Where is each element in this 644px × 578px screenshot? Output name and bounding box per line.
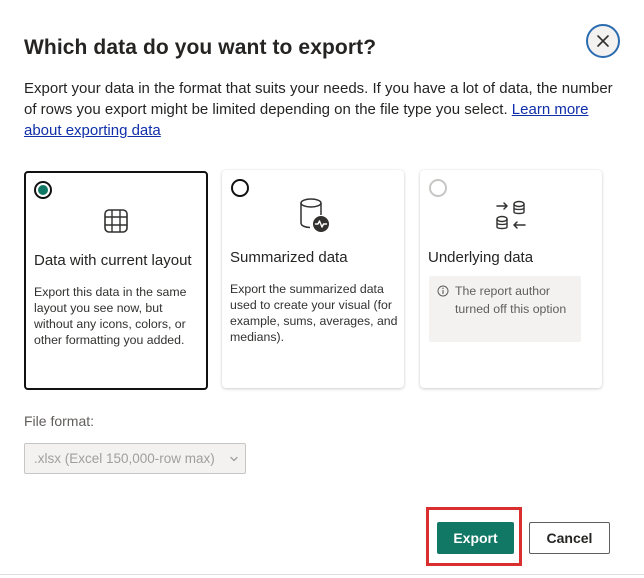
file-format-value: .xlsx (Excel 150,000-row max) (34, 451, 215, 466)
file-format-label: File format: (24, 413, 95, 429)
option-card-current-layout[interactable]: Data with current layout Export this dat… (24, 171, 208, 390)
close-icon (597, 35, 609, 47)
option-title: Summarized data (230, 249, 348, 266)
option-title: Underlying data (428, 249, 534, 266)
close-button[interactable] (586, 24, 620, 58)
export-dialog: Which data do you want to export? Export… (0, 0, 644, 578)
database-transfer-icon (496, 200, 526, 230)
database-chart-icon (300, 198, 329, 232)
radio-current-layout[interactable] (34, 181, 52, 199)
option-description: Export this data in the same layout you … (34, 285, 187, 347)
export-button[interactable]: Export (437, 522, 514, 554)
option-card-underlying: Underlying data The report author turned… (420, 170, 602, 388)
option-title: Data with current layout (34, 252, 192, 269)
radio-summarized[interactable] (231, 179, 249, 197)
info-icon (437, 285, 449, 297)
table-icon (104, 209, 128, 233)
dialog-title: Which data do you want to export? (24, 36, 377, 59)
radio-underlying (429, 179, 447, 197)
chevron-down-icon (230, 456, 238, 462)
info-box: The report author turned off this option (429, 276, 581, 342)
info-text: The report author turned off this option (455, 284, 567, 316)
file-format-select: .xlsx (Excel 150,000-row max) (24, 443, 246, 474)
dialog-description: Export your data in the format that suit… (24, 78, 614, 141)
cancel-button[interactable]: Cancel (529, 522, 610, 554)
option-description: Export the summarized data used to creat… (230, 282, 398, 344)
bottom-divider (0, 574, 644, 575)
option-card-summarized[interactable]: Summarized data Export the summarized da… (222, 170, 404, 388)
